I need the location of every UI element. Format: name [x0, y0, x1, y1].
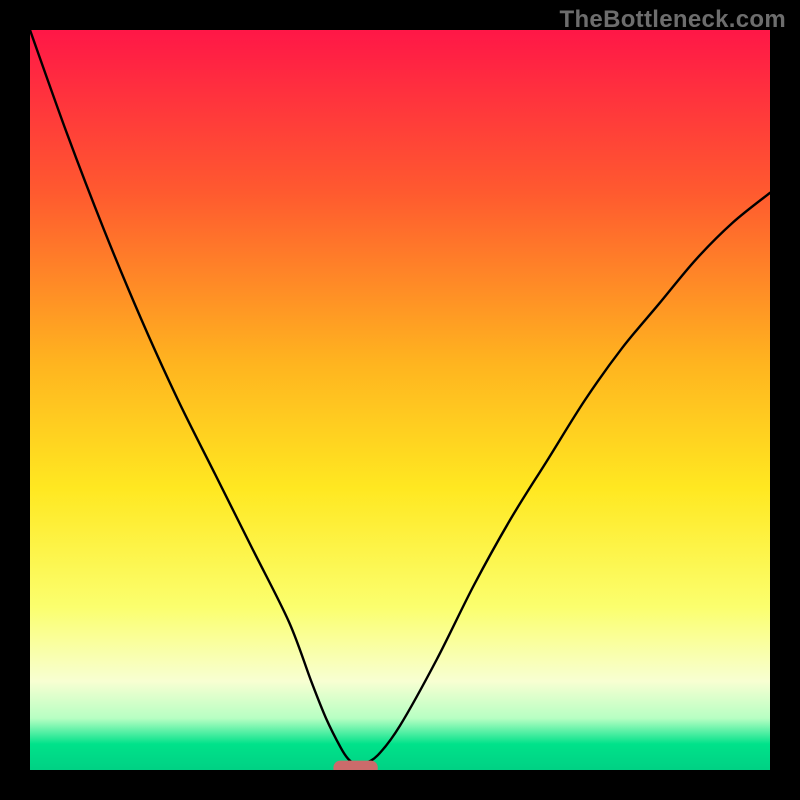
- plot-area: [30, 30, 770, 770]
- chart-frame: TheBottleneck.com: [0, 0, 800, 800]
- gradient-background: [30, 30, 770, 770]
- bottleneck-chart: [30, 30, 770, 770]
- optimal-marker: [333, 761, 377, 770]
